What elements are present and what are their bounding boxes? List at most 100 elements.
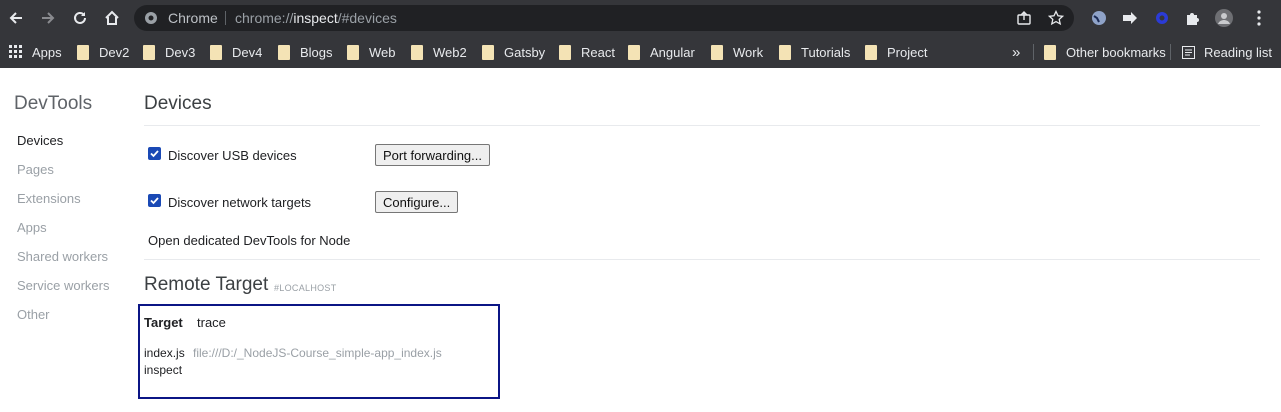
extensions-puzzle-icon[interactable]: [1184, 9, 1202, 27]
page-content: DevTools Devices Pages Extensions Apps S…: [0, 68, 1281, 412]
remote-target-host: #LOCALHOST: [274, 283, 337, 293]
bookmark-folder[interactable]: Dev3: [143, 36, 195, 68]
profile-avatar-icon[interactable]: [1215, 9, 1233, 27]
bookmark-label: Dev4: [232, 44, 263, 60]
share-icon[interactable]: [1016, 10, 1032, 26]
bookmark-label: Reading list: [1204, 44, 1272, 60]
forward-arrow-icon: [42, 12, 55, 24]
home-icon: [105, 10, 119, 25]
bookmark-label: Web: [369, 44, 396, 60]
reload-button[interactable]: [67, 5, 93, 31]
chrome-logo-icon: [145, 12, 157, 24]
bookmarks-divider: [1170, 44, 1171, 60]
sidebar-title: DevTools: [14, 93, 93, 114]
divider: [144, 125, 1260, 126]
bookmark-folder[interactable]: React: [559, 36, 615, 68]
checkmark-icon: [150, 197, 159, 205]
bookmark-folder[interactable]: Blogs: [278, 36, 333, 68]
open-node-devtools-link[interactable]: Open dedicated DevTools for Node: [148, 233, 350, 248]
address-bar[interactable]: Chrome chrome://inspect/#devices: [134, 5, 1074, 31]
bookmark-label: Web2: [433, 44, 467, 60]
reading-list-button[interactable]: Reading list: [1182, 36, 1272, 68]
folder-icon: [1044, 44, 1056, 60]
folder-icon: [278, 44, 290, 60]
sidebar-item-extensions[interactable]: Extensions: [17, 191, 81, 206]
bookmark-other[interactable]: Other bookmarks: [1044, 36, 1166, 68]
folder-icon: [779, 44, 791, 60]
folder-icon: [628, 44, 640, 60]
reading-list-icon: [1182, 45, 1195, 59]
discover-network-checkbox[interactable]: [148, 194, 161, 207]
page-title: Devices: [144, 93, 212, 114]
bookmark-label: Project: [887, 44, 928, 60]
target-label: Target: [144, 315, 183, 330]
sidebar-item-other[interactable]: Other: [17, 307, 50, 322]
bookmarks-divider: [1033, 44, 1034, 60]
folder-icon: [210, 44, 222, 60]
browser-toolbar: Chrome chrome://inspect/#devices: [0, 0, 1281, 36]
discover-usb-label: Discover USB devices: [168, 148, 297, 163]
bookmark-label: Tutorials: [801, 44, 851, 60]
bookmark-label: Apps: [32, 44, 62, 60]
discover-usb-checkbox[interactable]: [148, 147, 161, 160]
bookmark-folder[interactable]: Tutorials: [779, 36, 850, 68]
target-file-name: index.js: [144, 346, 185, 360]
bookmark-folder[interactable]: Angular: [628, 36, 695, 68]
bookmark-folder[interactable]: Web2: [411, 36, 467, 68]
menu-dots-icon[interactable]: [1250, 9, 1268, 27]
forward-button[interactable]: [35, 5, 61, 31]
folder-icon: [865, 44, 877, 60]
sidebar-item-service-workers[interactable]: Service workers: [17, 278, 109, 293]
bookmark-folder[interactable]: Dev4: [210, 36, 262, 68]
folder-icon: [77, 44, 89, 60]
target-file-url: file:///D:/_NodeJS-Course_simple-app_ind…: [193, 346, 442, 360]
sidebar-item-pages[interactable]: Pages: [17, 162, 54, 177]
bookmark-label: Gatsby: [504, 44, 546, 60]
divider: [144, 259, 1260, 260]
folder-icon: [559, 44, 571, 60]
apps-grid-icon: [9, 45, 22, 58]
configure-button[interactable]: Configure...: [375, 191, 459, 213]
omnibox-url: chrome://inspect/#devices: [235, 10, 397, 26]
bookmark-label: Work: [733, 44, 764, 60]
extension-gear-icon[interactable]: [1153, 9, 1171, 27]
bookmark-label: Angular: [650, 44, 695, 60]
bookmark-folder[interactable]: Web: [347, 36, 396, 68]
sidebar-item-devices[interactable]: Devices: [17, 133, 63, 148]
folder-icon: [411, 44, 423, 60]
back-arrow-icon: [9, 12, 22, 24]
bookmark-folder[interactable]: Project: [865, 36, 927, 68]
port-forwarding-button[interactable]: Port forwarding...: [375, 144, 490, 166]
extension-globe-icon[interactable]: [1090, 9, 1108, 27]
bookmark-label: Other bookmarks: [1066, 44, 1166, 60]
back-button[interactable]: [3, 5, 29, 31]
reload-icon: [74, 11, 86, 24]
folder-icon: [143, 44, 155, 60]
target-name: trace: [197, 315, 226, 330]
sidebar-item-apps[interactable]: Apps: [17, 220, 47, 235]
bookmark-folder[interactable]: Gatsby: [482, 36, 545, 68]
bookmark-label: React: [581, 44, 615, 60]
bookmark-label: Dev3: [165, 44, 196, 60]
home-button[interactable]: [99, 5, 125, 31]
discover-network-label: Discover network targets: [168, 195, 312, 210]
omnibox-site-label: Chrome: [168, 10, 218, 26]
remote-target-title: Remote Target: [144, 274, 269, 295]
bookmarks-bar: Apps Dev2 Dev3 Dev4 Blogs Web Web2 Gatsb…: [0, 36, 1281, 68]
bookmark-apps[interactable]: Apps: [9, 36, 62, 68]
bookmark-folder[interactable]: Work: [711, 36, 763, 68]
bookmarks-overflow-button[interactable]: »: [1012, 36, 1020, 68]
folder-icon: [711, 44, 723, 60]
folder-icon: [347, 44, 359, 60]
checkmark-icon: [150, 150, 159, 158]
omnibox-separator: [225, 11, 226, 25]
bookmark-label: Dev2: [99, 44, 130, 60]
bookmark-label: Blogs: [300, 44, 333, 60]
bookmark-star-icon[interactable]: [1048, 10, 1064, 26]
sidebar-item-shared-workers[interactable]: Shared workers: [17, 249, 108, 264]
extension-arrow-icon[interactable]: [1121, 9, 1139, 27]
folder-icon: [482, 44, 494, 60]
bookmark-folder[interactable]: Dev2: [77, 36, 129, 68]
inspect-link[interactable]: inspect: [144, 363, 182, 377]
chevron-double-right-icon: »: [1012, 43, 1021, 61]
